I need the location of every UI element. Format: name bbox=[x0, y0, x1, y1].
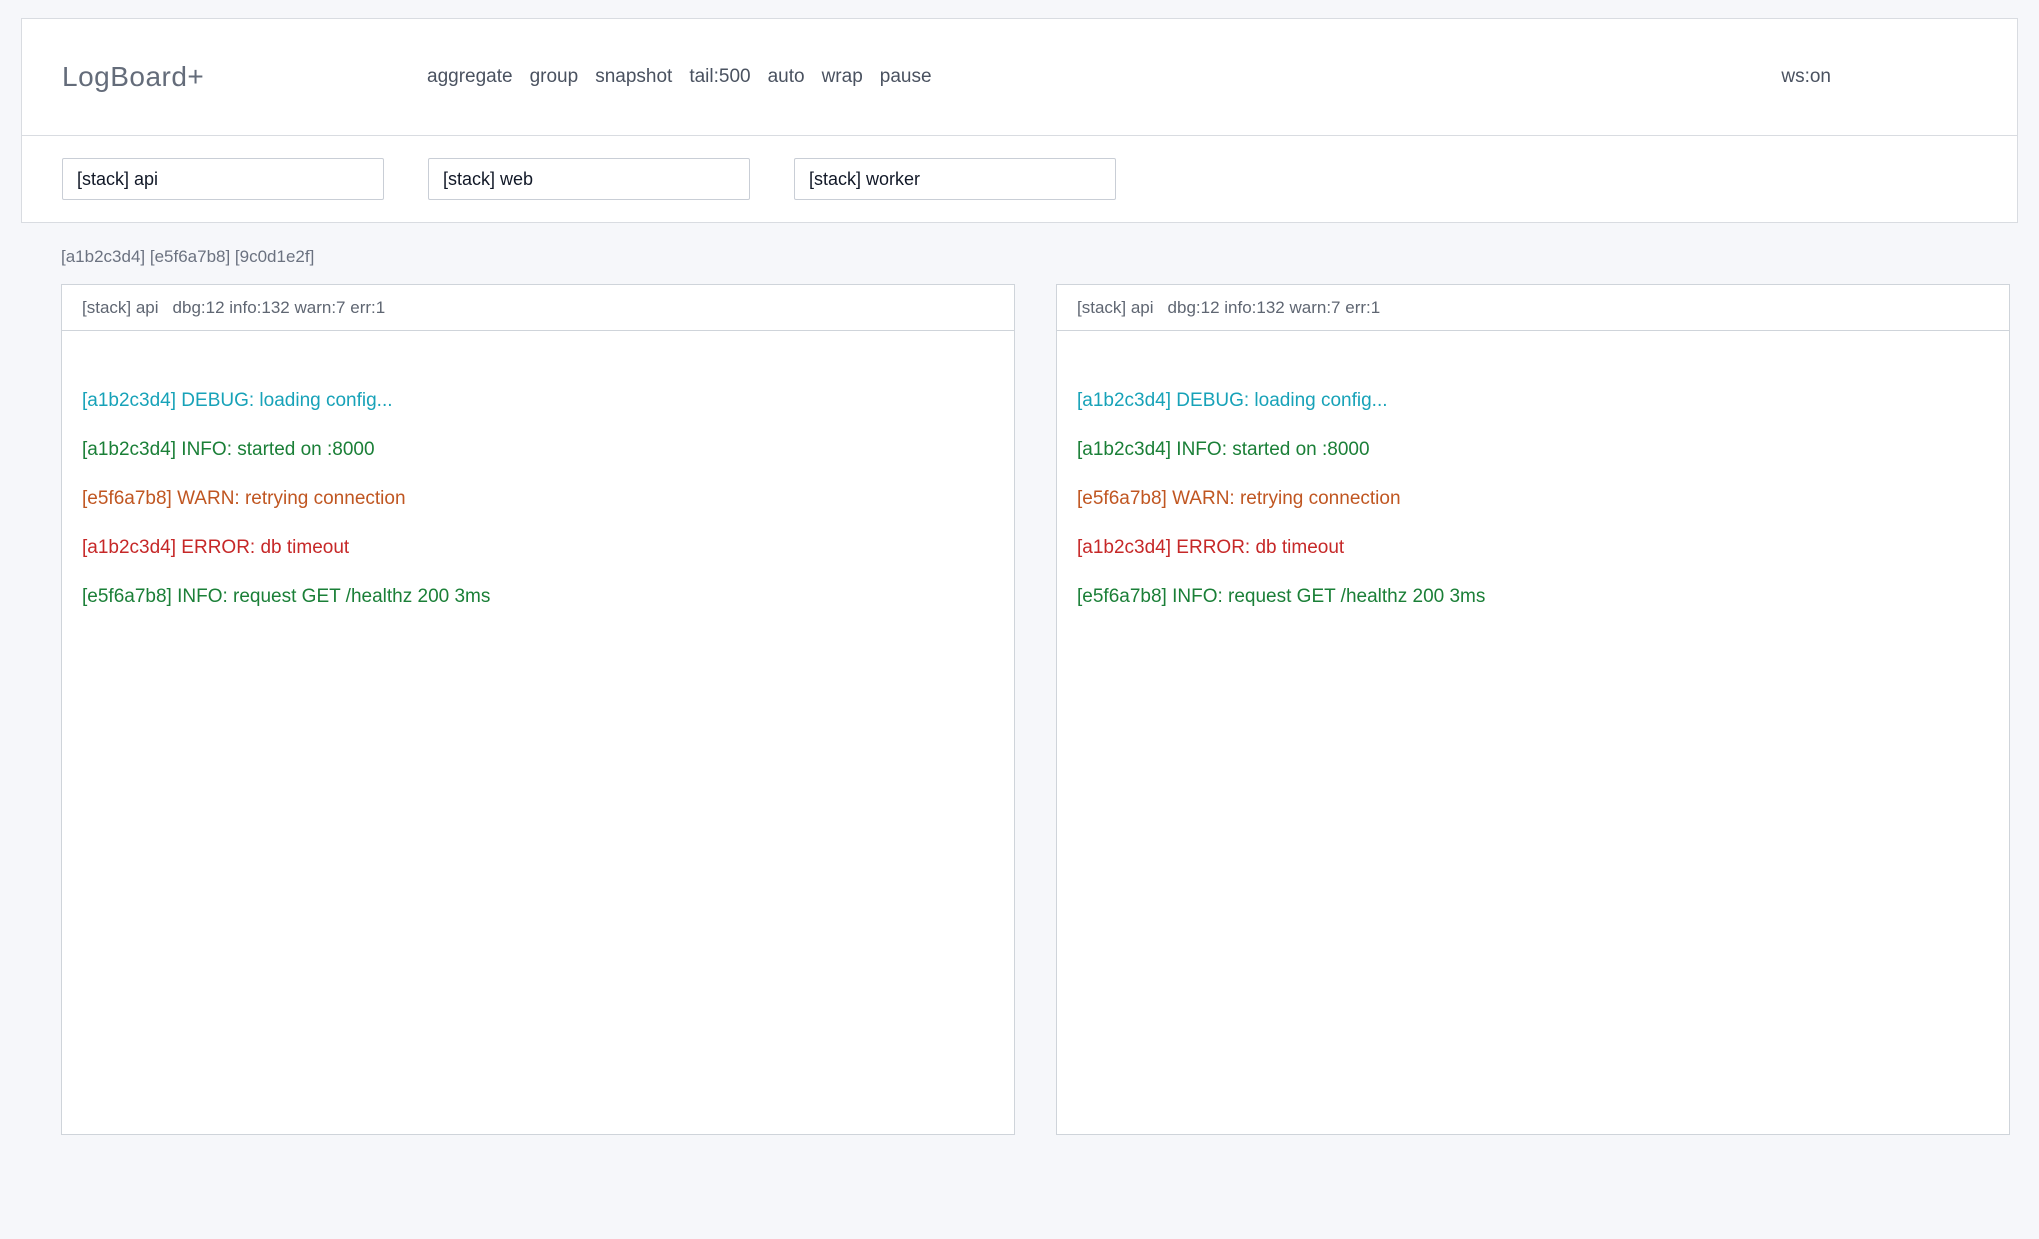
panel-title: [stack] api bbox=[1077, 298, 1154, 318]
log-panel-left: [stack] api dbg:12 info:132 warn:7 err:1… bbox=[61, 284, 1015, 1135]
ws-status-toggle[interactable]: ws:on bbox=[1781, 66, 1831, 88]
stack-filter-row bbox=[22, 136, 2017, 222]
menu-item-auto[interactable]: auto bbox=[768, 66, 805, 88]
menu-item-aggregate[interactable]: aggregate bbox=[427, 66, 513, 88]
log-line: [a1b2c3d4] DEBUG: loading config... bbox=[1077, 376, 1989, 425]
log-line: [a1b2c3d4] ERROR: db timeout bbox=[1077, 523, 1989, 572]
menu-item-group[interactable]: group bbox=[530, 66, 579, 88]
log-scroll-area[interactable]: [a1b2c3d4] DEBUG: loading config... [a1b… bbox=[1057, 331, 2009, 1134]
log-line: [a1b2c3d4] INFO: started on :8000 bbox=[1077, 425, 1989, 474]
stack-input-api[interactable] bbox=[62, 158, 384, 200]
log-line: [e5f6a7b8] WARN: retrying connection bbox=[1077, 474, 1989, 523]
log-panel-header: [stack] api dbg:12 info:132 warn:7 err:1 bbox=[1057, 285, 2009, 331]
panel-stats: dbg:12 info:132 warn:7 err:1 bbox=[173, 298, 386, 318]
log-line: [e5f6a7b8] INFO: request GET /healthz 20… bbox=[82, 572, 994, 621]
log-line: [a1b2c3d4] DEBUG: loading config... bbox=[82, 376, 994, 425]
log-scroll-area[interactable]: [a1b2c3d4] DEBUG: loading config... [a1b… bbox=[62, 331, 1014, 1134]
app-title: LogBoard+ bbox=[62, 61, 427, 93]
trace-ids: [a1b2c3d4] [e5f6a7b8] [9c0d1e2f] bbox=[61, 247, 2018, 267]
menu-item-pause[interactable]: pause bbox=[880, 66, 932, 88]
log-line: [e5f6a7b8] INFO: request GET /healthz 20… bbox=[1077, 572, 1989, 621]
log-panels: [stack] api dbg:12 info:132 warn:7 err:1… bbox=[61, 284, 2010, 1135]
log-panel-header: [stack] api dbg:12 info:132 warn:7 err:1 bbox=[62, 285, 1014, 331]
log-panel-right: [stack] api dbg:12 info:132 warn:7 err:1… bbox=[1056, 284, 2010, 1135]
stack-input-web[interactable] bbox=[428, 158, 750, 200]
panel-stats: dbg:12 info:132 warn:7 err:1 bbox=[1168, 298, 1381, 318]
stack-input-worker[interactable] bbox=[794, 158, 1116, 200]
top-bar: LogBoard+ aggregate group snapshot tail:… bbox=[21, 18, 2018, 223]
log-line: [e5f6a7b8] WARN: retrying connection bbox=[82, 474, 994, 523]
log-line: [a1b2c3d4] INFO: started on :8000 bbox=[82, 425, 994, 474]
menu-item-snapshot[interactable]: snapshot bbox=[595, 66, 672, 88]
menu-item-wrap[interactable]: wrap bbox=[822, 66, 863, 88]
header-row: LogBoard+ aggregate group snapshot tail:… bbox=[22, 19, 2017, 136]
menu-item-tail[interactable]: tail:500 bbox=[689, 66, 750, 88]
toolbar-menu: aggregate group snapshot tail:500 auto w… bbox=[427, 66, 932, 88]
panel-title: [stack] api bbox=[82, 298, 159, 318]
log-line: [a1b2c3d4] ERROR: db timeout bbox=[82, 523, 994, 572]
